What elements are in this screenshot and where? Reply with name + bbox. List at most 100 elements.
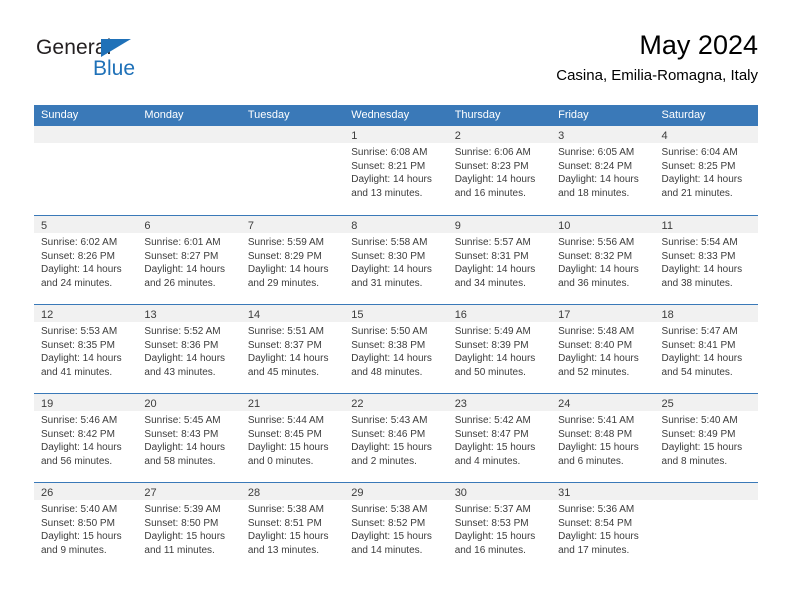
daylight-text: Daylight: 14 hours — [144, 442, 226, 454]
calendar-day-cell[interactable]: 4 Sunrise: 6:04 AM Sunset: 8:25 PM Daylight… — [654, 126, 758, 215]
day-number: 14 — [247, 309, 261, 321]
daylight-text: Daylight: 14 hours — [41, 353, 122, 365]
daylight-text: Daylight: 14 hours — [351, 353, 432, 365]
daylight-text: Daylight: 14 hours — [144, 264, 226, 276]
daylight-text: and 36 minutes. — [558, 277, 630, 289]
day-details: Sunrise: 5:49 AM Sunset: 8:39 PM Daylight:… — [448, 322, 551, 379]
calendar-day-cell[interactable]: 13 Sunrise: 5:52 AM Sunset: 8:36 PM Dayligh… — [137, 305, 241, 393]
calendar-day-cell[interactable]: 27 Sunrise: 5:39 AM Sunset: 8:50 PM Dayligh… — [137, 483, 241, 571]
day-number: 29 — [351, 487, 364, 499]
day-number: 18 — [661, 309, 674, 321]
calendar-day-cell[interactable]: 2 Sunrise: 6:06 AM Sunset: 8:23 PM Daylight… — [447, 126, 552, 215]
day-details: Sunrise: 6:04 AM Sunset: 8:25 PM Daylight:… — [655, 143, 758, 200]
day-details: Sunrise: 6:05 AM Sunset: 8:24 PM Daylight:… — [551, 143, 654, 200]
daylight-text: and 34 minutes. — [454, 277, 526, 289]
sunset-text: Sunset: 8:47 PM — [454, 428, 529, 440]
calendar-day-cell[interactable]: 16 Sunrise: 5:49 AM Sunset: 8:39 PM Dayligh… — [447, 305, 552, 393]
sunset-text: Sunset: 8:35 PM — [41, 339, 115, 351]
calendar-day-cell[interactable]: 31 Sunrise: 5:36 AM Sunset: 8:54 PM Dayligh… — [551, 483, 655, 571]
sunset-text: Sunset: 8:49 PM — [661, 428, 736, 440]
sunset-text: Sunset: 8:32 PM — [558, 250, 633, 262]
daylight-text: Daylight: 14 hours — [41, 442, 122, 454]
daylight-text: Daylight: 14 hours — [454, 264, 536, 276]
calendar-day-cell[interactable]: 3 Sunrise: 6:05 AM Sunset: 8:24 PM Daylight… — [551, 126, 655, 215]
day-number: 11 — [661, 220, 673, 232]
general-blue-logo[interactable]: General Blue — [34, 36, 254, 92]
daylight-text: and 14 minutes. — [351, 544, 423, 556]
calendar-day-cell[interactable]: 29 Sunrise: 5:38 AM Sunset: 8:52 PM Dayligh… — [344, 483, 448, 571]
calendar-day-cell[interactable]: 26 Sunrise: 5:40 AM Sunset: 8:50 PM Dayligh… — [34, 483, 138, 571]
sunrise-text: Sunrise: 5:49 AM — [454, 326, 531, 337]
calendar-day-cell[interactable]: 1 Sunrise: 6:08 AM Sunset: 8:21 PM Daylight… — [344, 126, 448, 215]
daylight-text: and 8 minutes. — [661, 455, 728, 467]
calendar-week-row: 5 Sunrise: 6:02 AM Sunset: 8:26 PM Daylight… — [34, 215, 758, 304]
day-number-strip: 29 — [344, 483, 448, 500]
daylight-text: and 4 minutes. — [454, 455, 521, 467]
daylight-text: Daylight: 15 hours — [454, 531, 536, 543]
daylight-text: Daylight: 14 hours — [247, 264, 329, 276]
day-number: 2 — [454, 130, 461, 142]
calendar-day-cell[interactable]: 15 Sunrise: 5:50 AM Sunset: 8:38 PM Dayligh… — [344, 305, 448, 393]
day-number: 5 — [41, 220, 48, 232]
weekday-header-tuesday: Tuesday — [247, 109, 290, 121]
weekday-header-saturday: Saturday — [661, 109, 706, 121]
daylight-text: and 38 minutes. — [661, 277, 733, 289]
calendar-day-cell[interactable]: 24 Sunrise: 5:41 AM Sunset: 8:48 PM Dayligh… — [551, 394, 655, 482]
calendar-day-cell[interactable]: 22 Sunrise: 5:43 AM Sunset: 8:46 PM Dayligh… — [344, 394, 448, 482]
day-details: Sunrise: 5:40 AM Sunset: 8:49 PM Daylight:… — [655, 411, 758, 468]
day-number-strip — [34, 126, 138, 143]
daylight-text: Daylight: 14 hours — [144, 353, 226, 365]
calendar-day-cell[interactable]: 25 Sunrise: 5:40 AM Sunset: 8:49 PM Dayligh… — [654, 394, 758, 482]
sunrise-text: Sunrise: 5:53 AM — [41, 326, 118, 337]
day-number-strip: 5 — [34, 216, 138, 233]
calendar-day-cell[interactable]: 23 Sunrise: 5:42 AM Sunset: 8:47 PM Dayligh… — [447, 394, 552, 482]
daylight-text: Daylight: 14 hours — [661, 174, 743, 186]
day-number: 28 — [247, 487, 261, 499]
day-details: Sunrise: 5:57 AM Sunset: 8:31 PM Daylight:… — [448, 233, 551, 290]
calendar-day-cell[interactable]: 20 Sunrise: 5:45 AM Sunset: 8:43 PM Dayligh… — [137, 394, 241, 482]
calendar-week-row: 19 Sunrise: 5:46 AM Sunset: 8:42 PM Dayligh… — [34, 393, 758, 482]
day-number: 30 — [454, 487, 467, 499]
sunset-text: Sunset: 8:48 PM — [558, 428, 633, 440]
daylight-text: Daylight: 14 hours — [661, 264, 743, 276]
day-details: Sunrise: 5:42 AM Sunset: 8:47 PM Daylight:… — [448, 411, 551, 468]
calendar-weeks: 1 Sunrise: 6:08 AM Sunset: 8:21 PM Daylight… — [34, 126, 758, 571]
daylight-text: and 13 minutes. — [247, 544, 320, 556]
daylight-text: Daylight: 14 hours — [41, 264, 122, 276]
day-number-strip: 20 — [137, 394, 241, 411]
sunset-text: Sunset: 8:45 PM — [247, 428, 322, 440]
day-number-strip: 1 — [344, 126, 448, 143]
calendar-day-cell[interactable]: 10 Sunrise: 5:56 AM Sunset: 8:32 PM Dayligh… — [551, 216, 655, 304]
day-number: 1 — [351, 130, 358, 142]
day-number: 4 — [661, 130, 668, 142]
calendar-day-cell[interactable]: 19 Sunrise: 5:46 AM Sunset: 8:42 PM Dayligh… — [34, 394, 138, 482]
calendar-day-cell[interactable]: 30 Sunrise: 5:37 AM Sunset: 8:53 PM Dayligh… — [447, 483, 552, 571]
day-number-strip: 28 — [240, 483, 345, 500]
sunrise-text: Sunrise: 6:01 AM — [144, 237, 221, 248]
sunset-text: Sunset: 8:53 PM — [454, 517, 529, 529]
calendar-day-cell[interactable]: 7 Sunrise: 5:59 AM Sunset: 8:29 PM Daylight… — [240, 216, 345, 304]
calendar-day-cell[interactable]: 17 Sunrise: 5:48 AM Sunset: 8:40 PM Dayligh… — [551, 305, 655, 393]
day-details: Sunrise: 5:48 AM Sunset: 8:40 PM Daylight:… — [551, 322, 654, 379]
day-number-strip: 17 — [551, 305, 655, 322]
calendar-day-cell[interactable]: 21 Sunrise: 5:44 AM Sunset: 8:45 PM Dayligh… — [240, 394, 345, 482]
calendar-day-cell[interactable]: 14 Sunrise: 5:51 AM Sunset: 8:37 PM Dayligh… — [240, 305, 345, 393]
calendar-day-cell[interactable]: 28 Sunrise: 5:38 AM Sunset: 8:51 PM Dayligh… — [240, 483, 345, 571]
calendar-day-cell[interactable]: 8 Sunrise: 5:58 AM Sunset: 8:30 PM Daylight… — [344, 216, 448, 304]
calendar-day-cell[interactable]: 12 Sunrise: 5:53 AM Sunset: 8:35 PM Dayligh… — [34, 305, 138, 393]
daylight-text: Daylight: 14 hours — [247, 353, 329, 365]
daylight-text: Daylight: 14 hours — [454, 353, 536, 365]
sunset-text: Sunset: 8:31 PM — [454, 250, 529, 262]
day-number-strip: 25 — [654, 394, 758, 411]
daylight-text: and 16 minutes. — [454, 187, 526, 199]
sunrise-text: Sunrise: 6:04 AM — [661, 147, 738, 158]
calendar-day-cell[interactable]: 9 Sunrise: 5:57 AM Sunset: 8:31 PM Daylight… — [447, 216, 552, 304]
day-number: 10 — [558, 220, 571, 232]
daylight-text: Daylight: 15 hours — [558, 531, 639, 543]
calendar-day-cell[interactable]: 11 Sunrise: 5:54 AM Sunset: 8:33 PM Dayligh… — [654, 216, 758, 304]
calendar-day-cell[interactable]: 18 Sunrise: 5:47 AM Sunset: 8:41 PM Dayligh… — [654, 305, 758, 393]
day-details: Sunrise: 5:58 AM Sunset: 8:30 PM Daylight:… — [344, 233, 447, 290]
calendar-day-cell[interactable]: 6 Sunrise: 6:01 AM Sunset: 8:27 PM Daylight… — [137, 216, 241, 304]
daylight-text: Daylight: 14 hours — [558, 174, 639, 186]
calendar-day-cell[interactable]: 5 Sunrise: 6:02 AM Sunset: 8:26 PM Daylight… — [34, 216, 138, 304]
